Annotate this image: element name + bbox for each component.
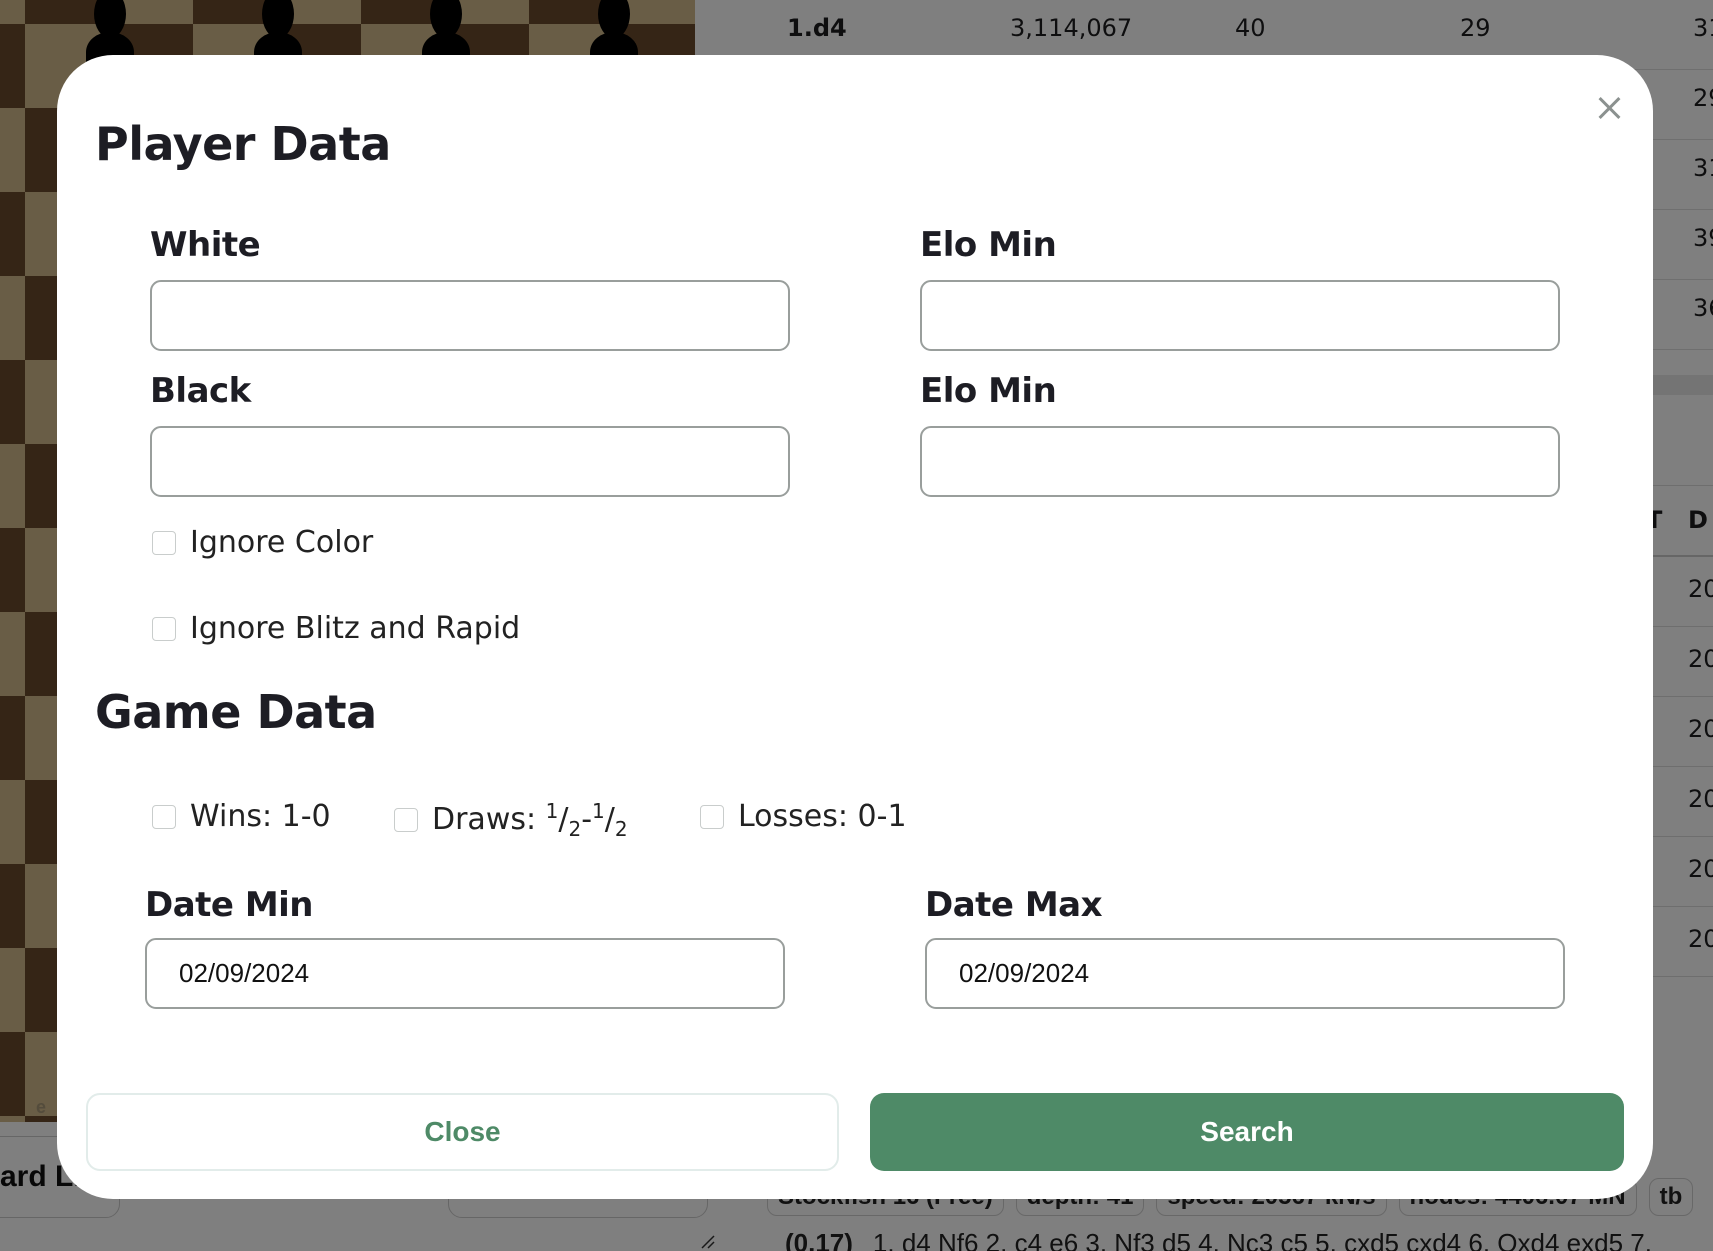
losses-checkbox[interactable]: Losses: 0-1 <box>700 799 907 834</box>
white-elo-min-input[interactable] <box>920 280 1560 351</box>
search-filter-modal: Player Data White Elo Min Black Elo Min … <box>57 55 1653 1199</box>
search-button[interactable]: Search <box>870 1093 1624 1171</box>
date-min-input[interactable] <box>145 938 785 1009</box>
close-icon[interactable] <box>1592 90 1628 126</box>
black-player-input[interactable] <box>150 426 790 497</box>
checkbox-box[interactable] <box>152 616 176 641</box>
black-elo-min-input[interactable] <box>920 426 1560 497</box>
ignore-color-label: Ignore Color <box>190 525 374 560</box>
white-label: White <box>150 225 261 265</box>
draws-checkbox[interactable]: Draws: 1/2-1/2 <box>394 799 628 841</box>
black-label: Black <box>150 371 251 411</box>
black-elo-min-label: Elo Min <box>920 371 1057 411</box>
white-player-input[interactable] <box>150 280 790 351</box>
wins-label: Wins: 1-0 <box>190 799 331 834</box>
date-min-label: Date Min <box>145 885 314 925</box>
losses-label: Losses: 0-1 <box>738 799 907 834</box>
date-max-input[interactable] <box>925 938 1565 1009</box>
checkbox-box[interactable] <box>700 804 724 829</box>
checkbox-box[interactable] <box>394 808 418 832</box>
checkbox-box[interactable] <box>152 530 176 555</box>
ignore-blitz-rapid-label: Ignore Blitz and Rapid <box>190 611 521 646</box>
game-data-heading: Game Data <box>95 685 377 739</box>
wins-checkbox[interactable]: Wins: 1-0 <box>152 799 331 834</box>
ignore-blitz-rapid-checkbox[interactable]: Ignore Blitz and Rapid <box>152 611 520 646</box>
app-stage: e 1.d43,114,06740293129313936 T D 202202… <box>0 0 1713 1251</box>
player-data-heading: Player Data <box>95 117 391 171</box>
date-max-label: Date Max <box>925 885 1103 925</box>
close-button[interactable]: Close <box>86 1093 839 1171</box>
draws-label: Draws: 1/2-1/2 <box>432 799 628 841</box>
checkbox-box[interactable] <box>152 804 176 829</box>
ignore-color-checkbox[interactable]: Ignore Color <box>152 525 373 560</box>
white-elo-min-label: Elo Min <box>920 225 1057 265</box>
